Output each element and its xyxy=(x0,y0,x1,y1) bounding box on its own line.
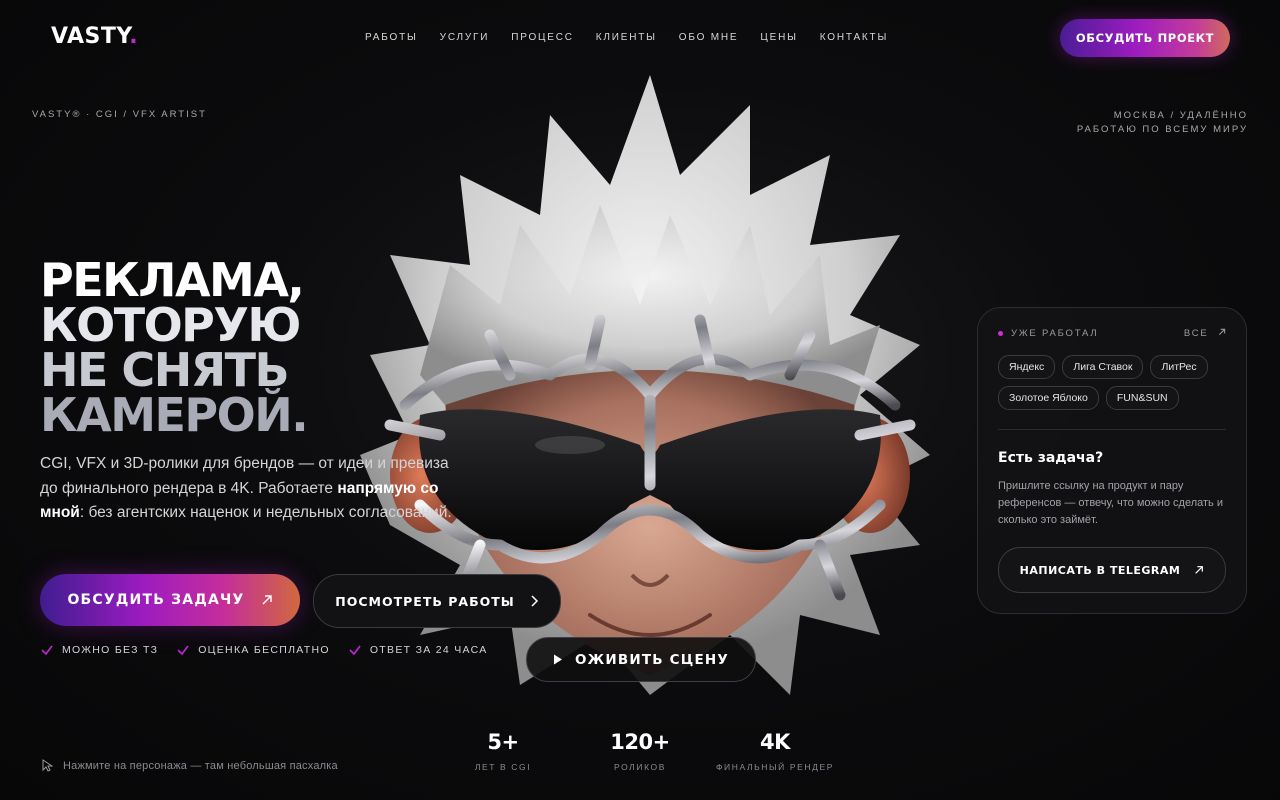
nav-link-works[interactable]: РАБОТЫ xyxy=(365,32,418,43)
animate-scene-button[interactable]: ОЖИВИТЬ СЦЕНУ xyxy=(526,637,756,682)
nav-link-contacts[interactable]: КОНТАКТЫ xyxy=(820,32,888,43)
hero-headline: РЕКЛАМА, КОТОРУЮ НЕ СНЯТЬ КАМЕРОЙ. xyxy=(40,253,309,442)
nav-link-process[interactable]: ПРОЦЕСС xyxy=(511,32,574,43)
client-chips: Яндекс Лига Ставок ЛитРес Золотое Яблоко… xyxy=(998,355,1228,410)
headline-line-4: КАМЕРОЙ. xyxy=(40,388,309,442)
card-text: Пришлите ссылку на продукт и пару рефере… xyxy=(998,480,1223,526)
benefit-item: ОТВЕТ ЗА 24 ЧАСА xyxy=(348,643,488,657)
play-icon xyxy=(553,654,562,665)
benefit-item: МОЖНО БЕЗ ТЗ xyxy=(40,643,158,657)
nav-link-about[interactable]: ОБО МНЕ xyxy=(679,32,739,43)
client-chip: Золотое Яблоко xyxy=(998,386,1099,410)
arrow-up-right-icon xyxy=(1218,328,1226,336)
check-icon xyxy=(177,645,189,656)
arrow-up-right-icon xyxy=(1195,566,1204,574)
client-chip: Лига Ставок xyxy=(1062,355,1144,379)
card-header: УЖЕ РАБОТАЛ ВСЕ xyxy=(998,328,1226,339)
nav-link-services[interactable]: УСЛУГИ xyxy=(440,32,490,43)
benefits-list: МОЖНО БЕЗ ТЗ ОЦЕНКА БЕСПЛАТНО ОТВЕТ ЗА 2… xyxy=(40,643,488,657)
card-title: Есть задача? xyxy=(998,450,1104,466)
check-icon xyxy=(41,645,53,656)
divider xyxy=(998,429,1226,430)
location-info: МОСКВА / УДАЛЁННО РАБОТАЮ ПО ВСЕМУ МИРУ xyxy=(1077,109,1248,137)
all-clients-link[interactable]: ВСЕ xyxy=(1184,328,1226,339)
headline-line-3: НЕ СНЯТЬ xyxy=(40,343,290,397)
discuss-project-button[interactable]: ОБСУДИТЬ ПРОЕКТ xyxy=(1060,19,1230,57)
stat-videos: 120+ РОЛИКОВ xyxy=(610,730,670,772)
logo-dot: . xyxy=(129,24,139,49)
stat-years: 5+ ЛЕТ В CGI xyxy=(474,730,532,772)
telegram-button[interactable]: НАПИСАТЬ В TELEGRAM xyxy=(998,547,1226,593)
arrow-up-right-icon xyxy=(262,595,272,605)
benefit-item: ОЦЕНКА БЕСПЛАТНО xyxy=(176,643,330,657)
location-line: МОСКВА / УДАЛЁННО xyxy=(1113,110,1248,121)
stats-row: 5+ ЛЕТ В CGI 120+ РОЛИКОВ 4K ФИНАЛЬНЫЙ Р… xyxy=(470,730,840,772)
cursor-icon xyxy=(42,759,53,772)
headline-line-2: КОТОРУЮ xyxy=(40,298,301,352)
nav-link-clients[interactable]: КЛИЕНТЫ xyxy=(596,32,657,43)
chevron-right-icon xyxy=(531,595,538,607)
stat-render: 4K ФИНАЛЬНЫЙ РЕНДЕР xyxy=(715,730,835,772)
hero-description: CGI, VFX и 3D-ролики для брендов — от ид… xyxy=(40,455,452,521)
client-chip: Яндекс xyxy=(998,355,1056,379)
easter-egg-hint: Нажмите на персонажа — там небольшая пас… xyxy=(42,759,338,772)
nav-link-prices[interactable]: ЦЕНЫ xyxy=(760,32,797,43)
view-works-button[interactable]: ПОСМОТРЕТЬ РАБОТЫ xyxy=(313,574,561,628)
client-chip: FUN&SUN xyxy=(1105,386,1179,410)
main-nav: РАБОТЫ УСЛУГИ ПРОЦЕСС КЛИЕНТЫ ОБО МНЕ ЦЕ… xyxy=(365,32,888,43)
discuss-task-button[interactable]: ОБСУДИТЬ ЗАДАЧУ xyxy=(40,574,300,626)
worldwide-line: РАБОТАЮ ПО ВСЕМУ МИРУ xyxy=(1076,124,1248,135)
artist-tagline: VASTY® · CGI / VFX ARTIST xyxy=(32,109,207,120)
client-chip: ЛитРес xyxy=(1150,355,1208,379)
check-icon xyxy=(349,645,361,656)
headline-line-1: РЕКЛАМА, xyxy=(40,253,305,307)
logo[interactable]: VASTY. xyxy=(51,24,138,49)
status-dot xyxy=(998,330,1003,336)
clients-card: УЖЕ РАБОТАЛ ВСЕ Яндекс Лига Ставок ЛитРе… xyxy=(977,307,1247,614)
